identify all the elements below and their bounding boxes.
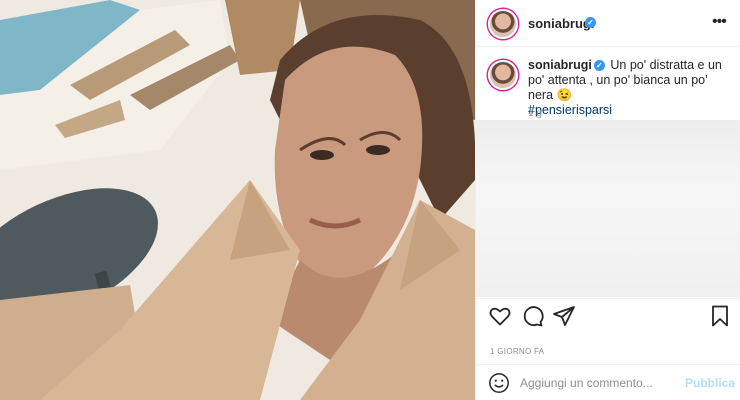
- post-date[interactable]: 1 GIORNO FA: [490, 347, 544, 356]
- verified-badge-icon: ✓: [593, 60, 605, 72]
- post-header: soniabrugi ✓ •••: [476, 0, 740, 47]
- caption-body: soniabrugi ✓ Un po' distratta e un po' at…: [528, 58, 733, 118]
- caption-username[interactable]: soniabrugi: [528, 58, 592, 72]
- action-bar: [476, 298, 740, 338]
- paper-plane-icon[interactable]: [552, 304, 576, 328]
- comments-area: [476, 120, 740, 297]
- post-photo[interactable]: [0, 0, 475, 400]
- time-ago: 1 g: [528, 108, 542, 119]
- smiley-icon[interactable]: [488, 372, 510, 394]
- comment-input[interactable]: [520, 373, 680, 393]
- publish-button[interactable]: Pubblica: [685, 376, 735, 390]
- more-options-button[interactable]: •••: [712, 12, 732, 32]
- verified-badge-icon: ✓: [585, 17, 596, 28]
- post-sidebar: soniabrugi ✓ ••• soniabrugi ✓ Un po' dist…: [475, 0, 740, 400]
- comment-icon[interactable]: [520, 304, 544, 328]
- heart-icon[interactable]: [488, 304, 512, 328]
- comment-bar: Pubblica: [476, 364, 740, 400]
- selfie-image: [0, 0, 475, 400]
- avatar[interactable]: [488, 9, 518, 39]
- caption-avatar[interactable]: [488, 60, 518, 90]
- bookmark-icon[interactable]: [708, 304, 732, 328]
- hashtag-link[interactable]: #pensierisparsi: [528, 103, 733, 118]
